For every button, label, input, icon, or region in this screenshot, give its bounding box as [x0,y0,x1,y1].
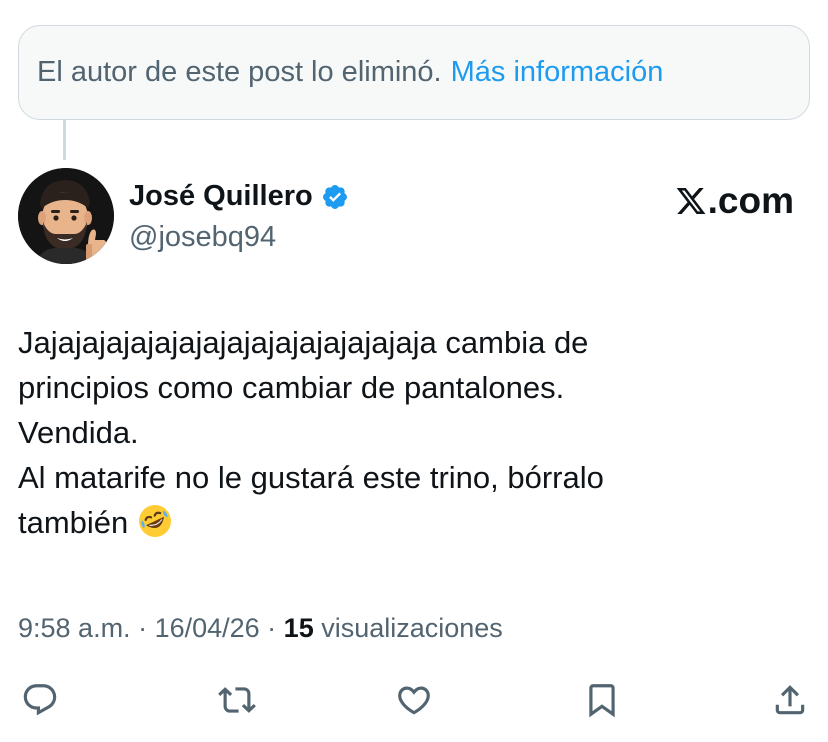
tweet-text: Jajajajajajajajajajajajajajajajaja cambi… [18,320,808,545]
rolling-on-floor-laughing-emoji-icon [138,505,171,537]
avatar[interactable] [18,168,114,264]
thread-connector-line [63,120,66,160]
tweet-line: Vendida. [18,415,139,450]
verified-badge-icon[interactable] [321,183,349,211]
x-logo-icon [676,188,706,214]
share-icon [775,685,805,715]
retweet-icon [218,687,256,713]
tweet-line: principios como cambiar de pantalones. [18,370,565,405]
tweet-date[interactable]: 16/04/26 [155,613,260,643]
tweet-meta: 9:58 a.m. · 16/04/26 · 15 visualizacione… [18,613,503,644]
deleted-notice-text: El autor de este post lo eliminó. [37,56,442,88]
bookmark-icon [589,684,615,718]
tweet-actions-bar [18,680,810,720]
tweet-line: también [18,505,129,540]
meta-separator: · [130,613,155,643]
tweet-time[interactable]: 9:58 a.m. [18,613,131,643]
author-name[interactable]: José Quillero [129,180,349,213]
share-button[interactable] [770,680,810,720]
memoji-avatar-icon [18,168,114,264]
x-com-brand: .com [675,180,794,222]
tweet-line: Jajajajajajajajajajajajajajajajaja cambi… [18,325,589,360]
more-info-link[interactable]: Más información [451,56,664,89]
views-label[interactable]: visualizaciones [314,613,503,643]
tweet-line-last: también [18,500,808,545]
views-count[interactable]: 15 [284,613,314,643]
tweet-line: Al matarife no le gustará este trino, bó… [18,460,604,495]
brand-suffix: .com [707,180,794,221]
deleted-post-notice: El autor de este post lo eliminó. Más in… [18,25,810,120]
like-icon [398,686,430,715]
reply-icon [23,684,57,716]
retweet-button[interactable] [217,680,257,720]
bookmark-button[interactable] [582,680,622,720]
reply-button[interactable] [20,680,60,720]
author-name-text: José Quillero [129,180,313,212]
like-button[interactable] [394,680,434,720]
author-handle[interactable]: @josebq94 [129,221,276,254]
meta-separator: · [259,613,284,643]
